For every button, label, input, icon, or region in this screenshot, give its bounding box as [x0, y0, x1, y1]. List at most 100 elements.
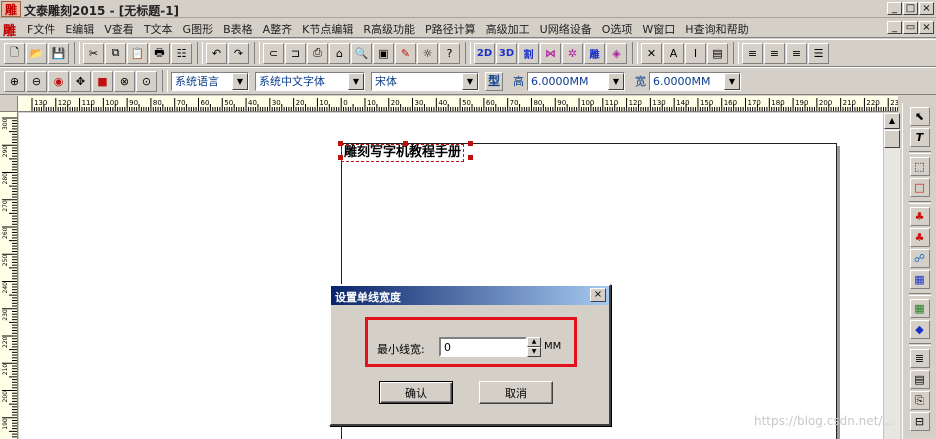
font-select[interactable]: 宋体 ▼	[371, 71, 479, 91]
cancel-button[interactable]: 取消	[479, 381, 553, 404]
cross-tool-icon[interactable]: ✕	[641, 42, 662, 64]
printer-icon[interactable]: ⎙	[307, 42, 328, 64]
doc-restore-button[interactable]: ▭	[903, 21, 918, 34]
dialog-close-icon[interactable]: ×	[590, 288, 606, 302]
library-icon[interactable]: ☷	[171, 42, 192, 64]
pan-icon[interactable]: ✥	[70, 70, 91, 92]
align-justify-icon[interactable]: ☰	[808, 42, 829, 64]
zoom-page-icon[interactable]: ⊗	[114, 70, 135, 92]
align-center-icon[interactable]: ≡	[764, 42, 785, 64]
3d-icon[interactable]: 3D	[496, 42, 517, 64]
menu-advanced[interactable]: R高级功能	[358, 21, 420, 37]
menu-window[interactable]: W窗口	[637, 21, 680, 37]
edit-text-icon[interactable]: ▤	[707, 42, 728, 64]
chevron-down-icon[interactable]: ▼	[724, 72, 740, 90]
menu-view[interactable]: V查看	[99, 21, 139, 37]
new-file-icon[interactable]: 🗋	[4, 42, 25, 64]
selection-handle[interactable]	[338, 155, 343, 160]
menu-edit[interactable]: E编辑	[60, 21, 99, 37]
step-down-icon[interactable]: ▼	[527, 347, 541, 357]
menu-align[interactable]: A整齐	[258, 21, 298, 37]
shape-tool-icon[interactable]: ☍	[909, 249, 930, 268]
star-icon[interactable]: ✲	[562, 42, 583, 64]
menu-options[interactable]: O选项	[597, 21, 638, 37]
copy-icon[interactable]: ⧉	[105, 42, 126, 64]
zoom-all-icon[interactable]: ⊙	[136, 70, 157, 92]
paste-icon[interactable]: 📋	[127, 42, 148, 64]
chevron-down-icon[interactable]: ▼	[348, 72, 364, 90]
table-tool-icon[interactable]: ▦	[909, 270, 930, 289]
language-select[interactable]: 系统语言 ▼	[171, 71, 249, 91]
align-left-icon[interactable]: ≡	[742, 42, 763, 64]
gem-icon[interactable]: ◈	[606, 42, 627, 64]
align-right-icon[interactable]: ≡	[786, 42, 807, 64]
chevron-down-icon[interactable]: ▼	[462, 72, 478, 90]
2d-icon[interactable]: 2D	[474, 42, 495, 64]
selection-handle[interactable]	[468, 141, 473, 146]
doc-minimize-button[interactable]: _	[887, 21, 902, 34]
engrave-icon[interactable]: 雕	[584, 42, 605, 64]
selection-handle[interactable]	[338, 141, 343, 146]
vertical-scrollbar[interactable]: ▲	[883, 113, 900, 439]
menu-graphics[interactable]: G图形	[178, 21, 219, 37]
close-button[interactable]: ×	[919, 2, 934, 15]
font-type-button[interactable]: 型	[485, 71, 503, 91]
zoom-fit-icon[interactable]: ◉	[48, 70, 69, 92]
menu-table[interactable]: B表格	[218, 21, 258, 37]
menu-file[interactable]: F文件	[22, 21, 60, 37]
menu-help[interactable]: H查询和帮助	[680, 21, 753, 37]
rectangle-tool-icon[interactable]: □	[909, 178, 930, 197]
chevron-down-icon[interactable]: ▼	[608, 72, 624, 90]
pen-icon[interactable]: ✎	[395, 42, 416, 64]
italic-icon[interactable]: I	[685, 42, 706, 64]
selected-text-object[interactable]: 雕刻写字机教程手册	[341, 144, 465, 162]
cut-path-icon[interactable]: 割	[518, 42, 539, 64]
menu-text[interactable]: T文本	[139, 21, 178, 37]
preview-icon[interactable]: 🔍	[351, 42, 372, 64]
document-logo-icon[interactable]: 雕	[3, 20, 16, 39]
redo-icon[interactable]: ↷	[228, 42, 249, 64]
cherry-icon[interactable]: ♣	[909, 207, 930, 226]
bulb-icon[interactable]: ☼	[417, 42, 438, 64]
tool-icon-4[interactable]: ⌂	[329, 42, 350, 64]
menu-advanced-machining[interactable]: 高级加工	[481, 21, 535, 37]
tool-icon-1[interactable]: ⊂	[263, 42, 284, 64]
help-icon[interactable]: ?	[439, 42, 460, 64]
menu-path-calc[interactable]: P路径计算	[420, 21, 481, 37]
frame-tool-icon[interactable]: ⬚	[909, 157, 930, 176]
grid-tool-icon[interactable]: ▦	[909, 299, 930, 318]
frame-icon[interactable]: ▣	[373, 42, 394, 64]
export-tool-icon[interactable]: ⎘	[909, 391, 930, 410]
stop-icon[interactable]: ■	[92, 70, 113, 92]
height-select[interactable]: 6.0000MM ▼	[527, 71, 625, 91]
scroll-up-icon[interactable]: ▲	[884, 113, 900, 129]
step-up-icon[interactable]: ▲	[527, 337, 541, 347]
zoom-in-icon[interactable]: ⊕	[4, 70, 25, 92]
fill-tool-icon[interactable]: ◆	[909, 320, 930, 339]
select-arrow-icon[interactable]: ⬉	[909, 107, 930, 126]
undo-icon[interactable]: ↶	[206, 42, 227, 64]
line-width-stepper[interactable]: ▲ ▼	[527, 337, 541, 357]
cherry-group-icon[interactable]: ♣	[909, 228, 930, 247]
zoom-out-icon[interactable]: ⊖	[26, 70, 47, 92]
menu-node-edit[interactable]: K节点编辑	[297, 21, 358, 37]
chevron-down-icon[interactable]: ▼	[232, 72, 248, 90]
confirm-button[interactable]: 确认	[379, 381, 453, 404]
page-tool-icon[interactable]: ▤	[909, 370, 930, 389]
menu-network[interactable]: U网络设备	[535, 21, 597, 37]
save-icon[interactable]: 💾	[48, 42, 69, 64]
document-tool-icon[interactable]: ≣	[909, 349, 930, 368]
maximize-button[interactable]: □	[903, 2, 918, 15]
panel-tool-icon[interactable]: ⊟	[909, 412, 930, 431]
font-set-select[interactable]: 系统中文字体 ▼	[255, 71, 365, 91]
scroll-thumb[interactable]	[884, 130, 900, 148]
minimize-button[interactable]: _	[887, 2, 902, 15]
text-tool-icon[interactable]: A	[663, 42, 684, 64]
min-line-width-input[interactable]	[439, 337, 527, 357]
selection-handle[interactable]	[468, 155, 473, 160]
open-folder-icon[interactable]: 📂	[26, 42, 47, 64]
node-icon[interactable]: ⋈	[540, 42, 561, 64]
dialog-title-bar[interactable]: 设置单线宽度 ×	[331, 286, 609, 305]
doc-close-button[interactable]: ×	[919, 21, 934, 34]
text-tool-icon[interactable]: T	[909, 128, 930, 147]
